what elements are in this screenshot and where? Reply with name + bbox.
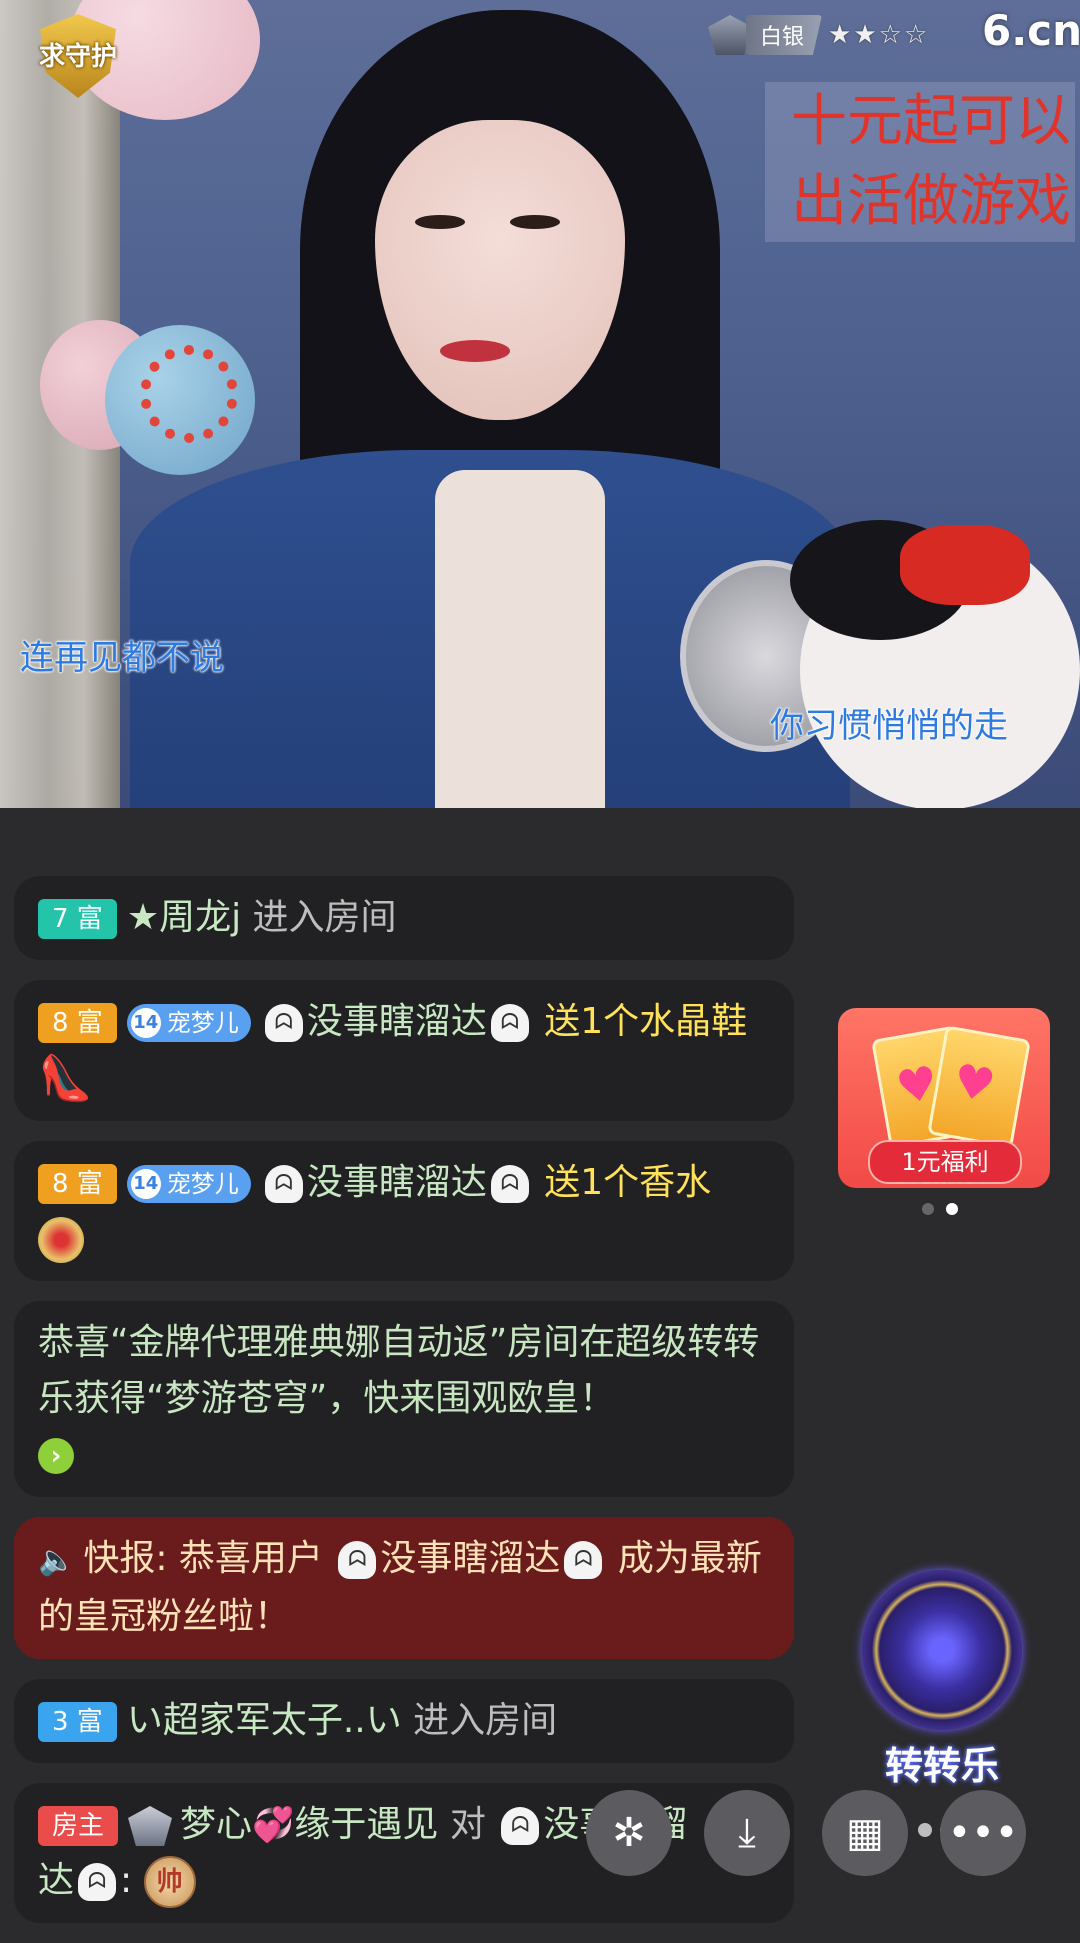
gift-text: 送1个水晶鞋 [544,1001,748,1042]
speaker-icon: 🔈 [38,1543,76,1578]
chat-action: 进入房间 [252,897,397,938]
chat-list[interactable]: 7 富 ★周龙j 进入房间 8 富 14 宠梦儿 ᗣ 没事瞎溜达 ᗣ 送1个水晶鞋 👠 8 … [14,876,794,1943]
streamer-rank[interactable]: 白银 ★★☆☆ [708,12,929,58]
guard-badge-label: 求守护 [38,42,117,72]
rank-label: 白银 [746,15,823,55]
fan-name: 宠梦儿 [166,1009,239,1037]
chat-username[interactable]: 没事瞎溜达 [380,1538,560,1579]
chat-message[interactable]: 8 富 14 宠梦儿 ᗣ 没事瞎溜达 ᗣ 送1个香水 [14,1141,794,1281]
reply-to-label: 对 [449,1804,486,1845]
flash-news-message[interactable]: 🔈 快报: 恭喜用户 ᗣ 没事瞎溜达 ᗣ 成为最新的皇冠粉丝啦！ [14,1517,794,1659]
ghost-icon: ᗣ [338,1541,377,1579]
fan-level: 14 [130,1008,161,1038]
chat-username[interactable]: 梦心 [180,1804,252,1845]
chat-message[interactable]: 8 富 14 宠梦儿 ᗣ 没事瞎溜达 ᗣ 送1个水晶鞋 👠 [14,980,794,1121]
promo-overlay: 十元起可以 出活做游戏 [765,82,1075,242]
live-video[interactable]: 求守护 白银 ★★☆☆ 6.cn 十元起可以 出活做游戏 连再见都不说 你习惯悄… [0,0,1080,808]
ghost-icon: ᗣ [490,1004,529,1042]
lyric-caption: 你习惯悄悄的走 [770,706,1008,746]
ghost-icon: ᗣ [501,1807,540,1845]
lucky-wheel-label[interactable]: 转转乐 [852,1735,1032,1790]
more-icon: ••• [947,1810,1019,1856]
colon: : [120,1860,133,1901]
chat-action: 进入房间 [413,1700,558,1741]
chat-message[interactable]: 恭喜“金牌代理雅典娜自动返”房间在超级转转乐获得“梦游苍穹”，快来围观欧皇！ › [14,1301,794,1497]
go-arrow-icon[interactable]: › [38,1438,74,1474]
download-icon: ⤓ [738,1810,756,1856]
ghost-icon: ᗣ [564,1541,603,1579]
wealth-badge: 8 富 [38,1003,117,1043]
pager-dot-active[interactable] [946,1203,958,1215]
reply-target-name-end[interactable]: 达 [38,1860,74,1901]
chat-message[interactable]: 7 富 ★周龙j 进入房间 [14,876,794,960]
fan-badge: 14 宠梦儿 [126,1004,251,1042]
guard-badge[interactable]: 求守护 [28,6,128,102]
crystal-shoe-icon: 👠 [38,1053,93,1104]
apps-button[interactable]: ▦ [822,1790,908,1876]
doll-bow [900,525,1030,605]
lucky-wheel-icon[interactable] [862,1570,1022,1730]
card-icon: ♥ [927,1025,1031,1149]
fan-level: 14 [130,1169,161,1199]
ghost-icon: ᗣ [264,1165,303,1203]
streamer-eye [415,215,465,229]
streamer-shirt [435,470,605,808]
chat-message[interactable]: 3 富い超家军太子..い 进入房间 [14,1679,794,1763]
share-icon: ✲ [612,1810,646,1856]
indicator-dot [918,1823,932,1837]
pager-dot[interactable] [922,1203,934,1215]
crest-icon [128,1806,173,1846]
rank-emblem-icon [708,15,752,55]
chat-username[interactable]: 没事瞎溜达 [307,1001,487,1042]
heart-decoration [140,345,238,443]
welfare-label: 1元福利 [868,1140,1022,1184]
wealth-badge: 7 富 [38,899,117,939]
more-button[interactable]: ••• [940,1790,1026,1876]
chat-username[interactable]: ★周龙j [127,897,241,938]
heart-icon: ♥ [949,1052,1000,1114]
perfume-icon [38,1217,84,1263]
chat-username[interactable]: い超家军太子..い [127,1700,402,1741]
grid-icon: ▦ [846,1810,884,1856]
fan-badge: 14 宠梦儿 [126,1165,251,1203]
fan-name: 宠梦儿 [166,1170,239,1198]
chat-username-suffix[interactable]: 缘于遇见 [294,1804,438,1845]
save-button[interactable]: ⤓ [704,1790,790,1876]
lyric-caption: 连再见都不说 [20,638,224,678]
streamer-lips [440,340,510,362]
ghost-icon: ᗣ [264,1004,303,1042]
ghost-icon: ᗣ [490,1165,529,1203]
banner-pager [922,1200,970,1219]
promo-line: 出活做游戏 [791,169,1071,234]
flash-prefix: 快报: 恭喜用户 [83,1538,323,1579]
share-button[interactable]: ✲ [586,1790,672,1876]
heart-icon: 💞 [252,1805,295,1845]
shuai-emote-icon: 帅 [143,1856,196,1908]
chat-username[interactable]: 没事瞎溜达 [307,1162,487,1203]
wealth-badge: 3 富 [38,1702,117,1742]
site-logo: 6.cn [982,6,1080,55]
ghost-icon: ᗣ [78,1863,117,1901]
rank-stars: ★★☆☆ [828,20,930,50]
host-badge: 房主 [38,1806,119,1846]
chat-message[interactable]: 房主梦心💞缘于遇见 对 ᗣ没事瞎溜 达ᗣ: 帅 [14,1783,794,1923]
welfare-banner[interactable]: ♥ ♥ 1元福利 [838,1008,1050,1188]
streamer-eye [510,215,560,229]
wealth-badge: 8 富 [38,1164,117,1204]
promo-line: 十元起可以 [791,89,1071,154]
system-announcement: 恭喜“金牌代理雅典娜自动返”房间在超级转转乐获得“梦游苍穹”，快来围观欧皇！ [38,1322,760,1419]
gift-text: 送1个香水 [544,1162,712,1203]
